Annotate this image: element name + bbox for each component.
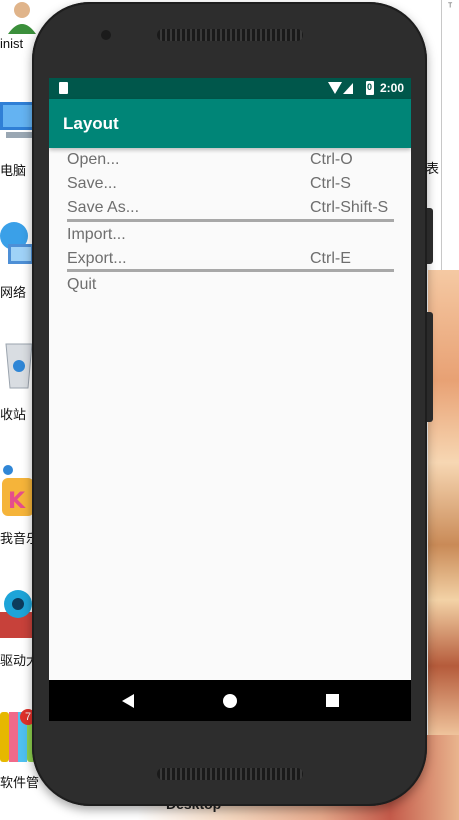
- menu-item-export[interactable]: Export... Ctrl-E: [67, 247, 394, 271]
- desktop-right-char: 表: [426, 161, 440, 176]
- driver-tool-icon: [0, 588, 36, 638]
- wifi-icon: [328, 82, 342, 94]
- desktop-icon-label: 网络: [0, 285, 27, 300]
- menu-item-label: Open...: [67, 151, 120, 168]
- front-camera: [101, 30, 111, 40]
- app-bar: Layout: [49, 99, 411, 148]
- menu-separator: [67, 269, 394, 272]
- navigation-bar: [49, 680, 411, 721]
- menu-separator: [67, 219, 394, 222]
- window-edge-mark: ᵀ: [448, 2, 453, 13]
- menu-item-label: Export...: [67, 250, 127, 267]
- computer-icon: [0, 98, 36, 138]
- menu-item-label: Save...: [67, 175, 117, 192]
- desktop-icon-label: inist: [0, 36, 24, 51]
- menu-item-label: Import...: [67, 226, 126, 243]
- menu-item-save[interactable]: Save... Ctrl-S: [67, 172, 394, 196]
- menu-item-open[interactable]: Open... Ctrl-O: [67, 148, 394, 172]
- svg-text:K: K: [8, 489, 26, 514]
- desktop-icon-label: 软件管: [0, 775, 40, 790]
- app-title: Layout: [63, 114, 119, 133]
- volume-button[interactable]: [427, 312, 433, 422]
- menu-item-label: Quit: [67, 276, 97, 293]
- sd-card-icon: [59, 82, 68, 94]
- desktop-icon-label: 收站: [0, 407, 27, 422]
- recycle-bin-icon: [0, 340, 36, 389]
- status-bar: 0 2:00: [49, 78, 411, 99]
- status-time: 2:00: [380, 81, 405, 95]
- top-speaker: [157, 29, 303, 41]
- music-app-icon: K: [0, 462, 36, 516]
- recent-apps-icon[interactable]: [326, 694, 339, 707]
- network-icon: [0, 218, 36, 264]
- back-icon[interactable]: [122, 694, 134, 708]
- menu-item-save-as[interactable]: Save As... Ctrl-Shift-S: [67, 196, 394, 220]
- menu-item-shortcut: Ctrl-E: [310, 250, 351, 267]
- menu-item-quit[interactable]: Quit: [67, 273, 394, 297]
- desktop-icon-label: 电脑: [0, 163, 27, 178]
- phone-screen: 0 2:00 Layout Open... Ctrl-O Save... Ctr…: [49, 78, 411, 721]
- menu-item-shortcut: Ctrl-Shift-S: [310, 199, 389, 216]
- signal-icon: [343, 83, 353, 94]
- battery-icon: 0: [366, 81, 374, 95]
- bottom-speaker: [157, 768, 303, 780]
- power-button[interactable]: [427, 208, 433, 264]
- home-icon[interactable]: [223, 694, 237, 708]
- menu-item-shortcut: Ctrl-O: [310, 151, 353, 168]
- menu-item-label: Save As...: [67, 199, 140, 216]
- admin-user-icon: [0, 0, 36, 40]
- menu-item-shortcut: Ctrl-S: [310, 175, 351, 192]
- menu-item-import[interactable]: Import...: [67, 223, 394, 247]
